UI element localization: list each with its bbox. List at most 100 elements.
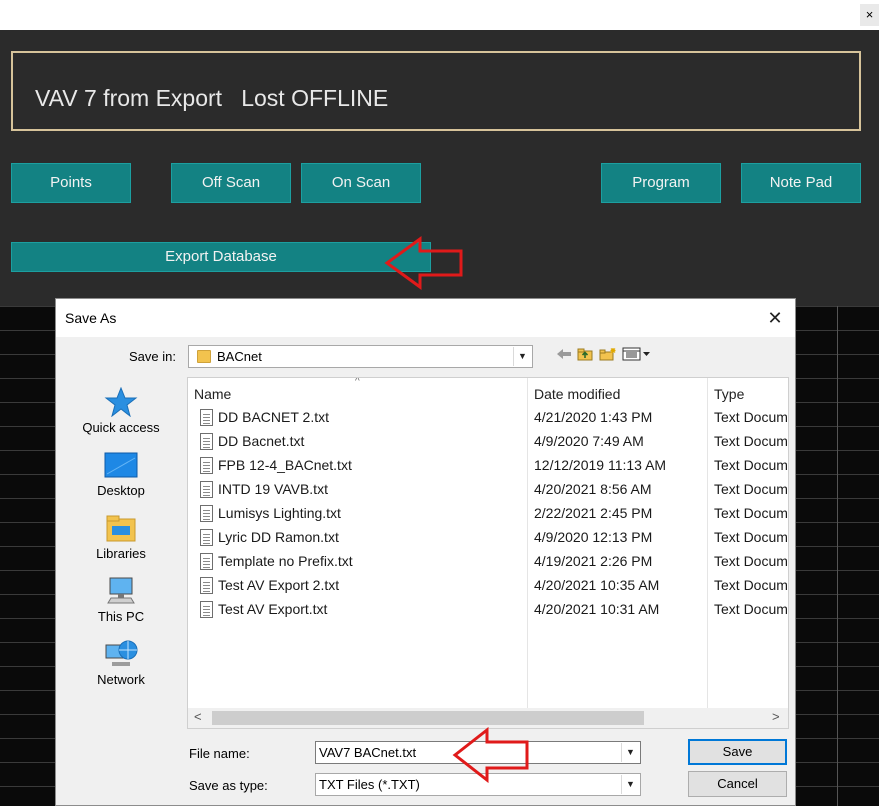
screen: × VAV 7 from Export Lost OFFLINE Points … [0,0,879,806]
file-name: Template no Prefix.txt [218,553,353,569]
place-network[interactable]: Network [64,639,178,687]
text-file-icon [200,409,213,426]
place-label: This PC [97,609,145,624]
text-file-icon [200,433,213,450]
file-name: Test AV Export 2.txt [218,577,340,593]
dialog-close-button[interactable]: ✕ [764,307,786,329]
save-in-value: BACnet [217,349,262,364]
libraries-icon [104,513,138,543]
scroll-left-icon[interactable]: < [194,709,202,724]
file-name: Lyric DD Ramon.txt [218,529,339,545]
place-label: Quick access [82,420,160,435]
background-grid-left [0,306,55,806]
star-icon [104,386,138,418]
place-libraries[interactable]: Libraries [64,513,178,561]
file-list[interactable]: ^ Name Date modified Type DD BACNET 2.tx… [187,377,789,729]
computer-icon [104,576,138,606]
text-file-icon [200,553,213,570]
save-in-combo[interactable]: BACnet ▼ [188,345,533,368]
file-row[interactable]: Test AV Export 2.txt 4/20/2021 10:35 AM … [188,574,788,598]
up-folder-icon[interactable] [577,347,593,365]
file-date: 4/9/2020 12:13 PM [534,529,653,545]
scroll-right-icon[interactable]: > [772,709,780,724]
file-row[interactable]: FPB 12-4_BACnet.txt 12/12/2019 11:13 AM … [188,454,788,478]
text-file-icon [200,457,213,474]
file-row[interactable]: Lumisys Lighting.txt 2/22/2021 2:45 PM T… [188,502,788,526]
horizontal-scrollbar[interactable]: < > [188,708,788,728]
place-quick-access[interactable]: Quick access [64,386,178,435]
file-name-value: VAV7 BACnet.txt [319,745,417,760]
place-label: Libraries [96,546,146,561]
window-top-strip: × [0,0,879,30]
file-date: 2/22/2021 2:45 PM [534,505,653,521]
chevron-down-icon[interactable]: ▼ [621,743,639,762]
file-type: Text Document [714,481,788,497]
file-name: Test AV Export.txt [218,601,328,617]
off-scan-button[interactable]: Off Scan [171,163,291,203]
file-date: 12/12/2019 11:13 AM [534,457,667,473]
file-date: 4/19/2021 2:26 PM [534,553,653,569]
places-bar: Quick access Desktop Libraries This PC N… [64,377,178,707]
save-as-dialog: Save As ✕ Save in: BACnet ▼ Quick access… [55,298,796,806]
device-title: VAV 7 from Export Lost OFFLINE [35,85,389,111]
column-header-type[interactable]: Type [714,386,744,402]
chevron-down-icon[interactable]: ▼ [513,347,531,366]
window-close-button[interactable]: × [860,4,879,26]
place-this-pc[interactable]: This PC [64,576,178,624]
file-row[interactable]: DD BACNET 2.txt 4/21/2020 1:43 PM Text D… [188,406,788,430]
view-menu-icon[interactable] [622,347,652,365]
text-file-icon [200,505,213,522]
file-type: Text Document [714,601,788,617]
note-pad-button[interactable]: Note Pad [741,163,861,203]
grid-column-divider [837,306,838,806]
file-row[interactable]: Lyric DD Ramon.txt 4/9/2020 12:13 PM Tex… [188,526,788,550]
dialog-titlebar: Save As ✕ [56,299,795,337]
save-button[interactable]: Save [688,739,787,765]
column-header-name[interactable]: Name [194,386,231,402]
file-date: 4/20/2021 10:35 AM [534,577,660,593]
file-row[interactable]: DD Bacnet.txt 4/9/2020 7:49 AM Text Docu… [188,430,788,454]
place-desktop[interactable]: Desktop [64,450,178,498]
file-type: Text Document [714,433,788,449]
new-folder-icon[interactable] [599,347,617,365]
file-row[interactable]: INTD 19 VAVB.txt 4/20/2021 8:56 AM Text … [188,478,788,502]
file-type: Text Document [714,505,788,521]
file-date: 4/20/2021 10:31 AM [534,601,660,617]
file-type: Text Document [714,553,788,569]
network-icon [104,639,138,669]
sort-ascending-icon: ^ [355,377,360,387]
save-as-type-value: TXT Files (*.TXT) [319,777,420,792]
place-label: Desktop [97,483,145,498]
file-date: 4/21/2020 1:43 PM [534,409,653,425]
file-row[interactable]: Test AV Export.txt 4/20/2021 10:31 AM Te… [188,598,788,622]
file-date: 4/20/2021 8:56 AM [534,481,652,497]
cancel-button[interactable]: Cancel [688,771,787,797]
file-type: Text Document [714,529,788,545]
title-box: VAV 7 from Export Lost OFFLINE [11,51,861,131]
file-type: Text Document [714,457,788,473]
back-arrow-icon[interactable] [556,347,572,365]
scrollbar-thumb[interactable] [212,711,644,725]
export-database-button[interactable]: Export Database [11,242,431,272]
annotation-arrow-filename [452,727,529,783]
file-name: DD Bacnet.txt [218,433,305,449]
file-name: INTD 19 VAVB.txt [218,481,328,497]
desktop-icon [104,450,138,480]
text-file-icon [200,481,213,498]
on-scan-button[interactable]: On Scan [301,163,421,203]
place-label: Network [97,672,145,687]
column-header-date-modified[interactable]: Date modified [534,386,620,402]
text-file-icon [200,577,213,594]
folder-icon [197,350,211,363]
file-name: DD BACNET 2.txt [218,409,329,425]
file-type: Text Document [714,409,788,425]
text-file-icon [200,529,213,546]
file-row[interactable]: Template no Prefix.txt 4/19/2021 2:26 PM… [188,550,788,574]
text-file-icon [200,601,213,618]
program-button[interactable]: Program [601,163,721,203]
file-type: Text Document [714,577,788,593]
save-in-label: Save in: [129,349,176,364]
file-date: 4/9/2020 7:49 AM [534,433,644,449]
points-button[interactable]: Points [11,163,131,203]
chevron-down-icon[interactable]: ▼ [621,775,639,794]
